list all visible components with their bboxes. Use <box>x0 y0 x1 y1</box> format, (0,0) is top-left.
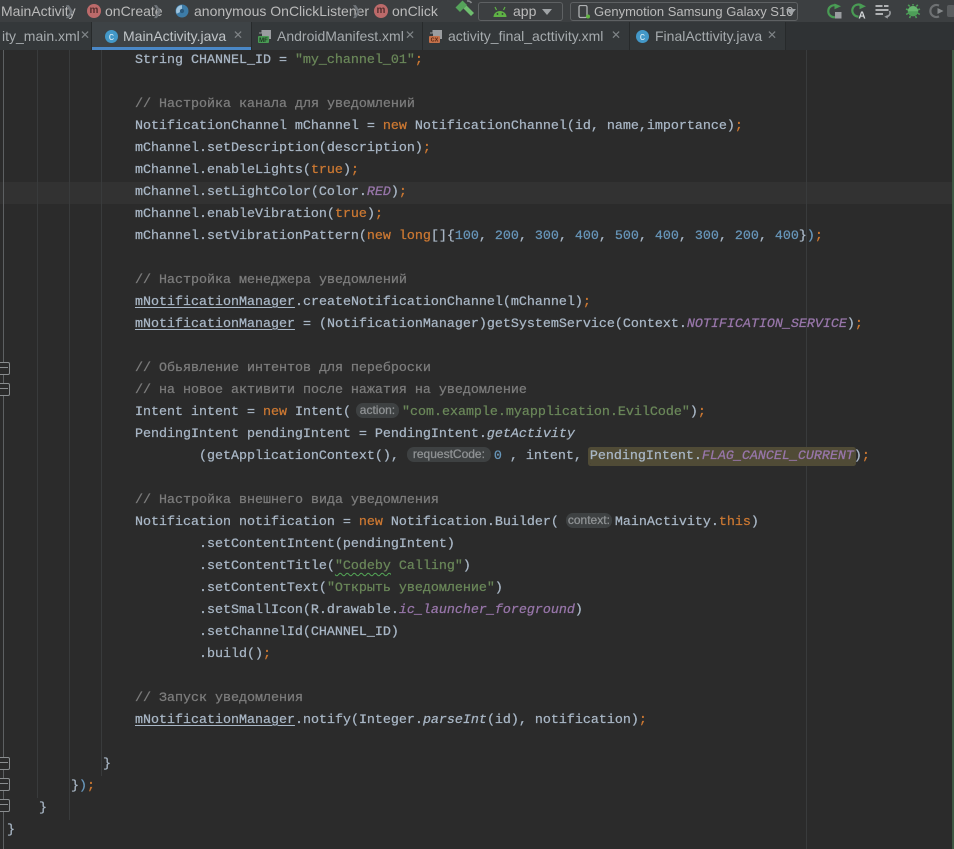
svg-text:CX: CX <box>431 38 439 44</box>
svg-text:MF: MF <box>259 38 268 44</box>
svg-text:C: C <box>109 33 115 43</box>
svg-text:C: C <box>640 33 646 43</box>
svg-text:A: A <box>858 11 865 20</box>
